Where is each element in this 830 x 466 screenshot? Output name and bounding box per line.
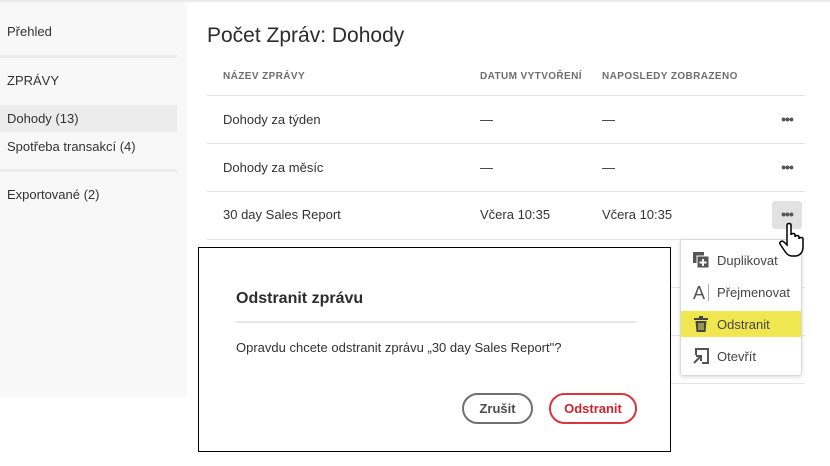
viewed-date: Včera 10:35	[602, 207, 673, 222]
row-divider	[207, 143, 805, 144]
created-date: —	[480, 112, 493, 127]
report-name[interactable]: Dohody za týden	[223, 112, 321, 127]
sidebar-item-spotreba[interactable]: Spotřeba transakcí (4)	[7, 139, 136, 154]
duplicate-icon	[693, 252, 709, 268]
created-date: Včera 10:35	[480, 207, 551, 222]
menu-item-label: Odstranit	[717, 316, 770, 332]
more-actions-button[interactable]: •••	[772, 154, 802, 182]
sidebar: Přehled ZPRÁVY Dohody (13) Spotřeba tran…	[0, 2, 187, 397]
sidebar-item-dohody[interactable]: Dohody (13)	[7, 111, 79, 126]
viewed-date: —	[602, 112, 615, 127]
svg-text:A: A	[693, 283, 705, 301]
menu-item-delete[interactable]: Odstranit	[681, 311, 801, 337]
trash-icon	[693, 316, 709, 332]
menu-item-label: Otevřít	[717, 348, 757, 364]
row-divider	[207, 95, 805, 96]
viewed-date: —	[602, 160, 615, 175]
sidebar-divider	[0, 55, 177, 58]
confirm-delete-button[interactable]: Odstranit	[549, 393, 637, 424]
menu-item-label: Přejmenovat	[717, 284, 790, 300]
menu-item-open[interactable]: Otevřít	[681, 343, 801, 369]
menu-item-rename[interactable]: A Přejmenovat	[681, 279, 801, 305]
cancel-button[interactable]: Zrušit	[462, 393, 533, 424]
row-divider	[207, 191, 805, 192]
dialog-title: Odstranit zprávu	[236, 290, 364, 307]
sidebar-item-overview[interactable]: Přehled	[7, 24, 52, 39]
menu-item-label: Duplikovat	[717, 252, 778, 268]
column-header-name[interactable]: NÁZEV ZPRÁVY	[223, 71, 305, 82]
sidebar-item-exported[interactable]: Exportované (2)	[7, 187, 100, 202]
column-header-created[interactable]: DATUM VYTVOŘENÍ	[480, 71, 582, 82]
dialog-divider	[236, 321, 636, 323]
column-header-viewed[interactable]: NAPOSLEDY ZOBRAZENO	[602, 71, 738, 82]
page-title: Počet Zpráv: Dohody	[207, 24, 405, 47]
created-date: —	[480, 160, 493, 175]
hand-cursor-icon	[779, 222, 807, 263]
row-divider	[670, 383, 805, 384]
more-actions-button[interactable]: •••	[772, 106, 802, 134]
open-icon	[693, 348, 709, 364]
report-name[interactable]: 30 day Sales Report	[223, 207, 341, 222]
sidebar-divider	[0, 169, 177, 172]
report-name[interactable]: Dohody za měsíc	[223, 160, 323, 175]
delete-report-dialog: Odstranit zprávu Opravdu chcete odstrani…	[198, 247, 671, 452]
dialog-message: Opravdu chcete odstranit zprávu „30 day …	[236, 340, 562, 355]
rename-icon: A	[693, 283, 709, 301]
sidebar-section-reports: ZPRÁVY	[7, 73, 60, 88]
